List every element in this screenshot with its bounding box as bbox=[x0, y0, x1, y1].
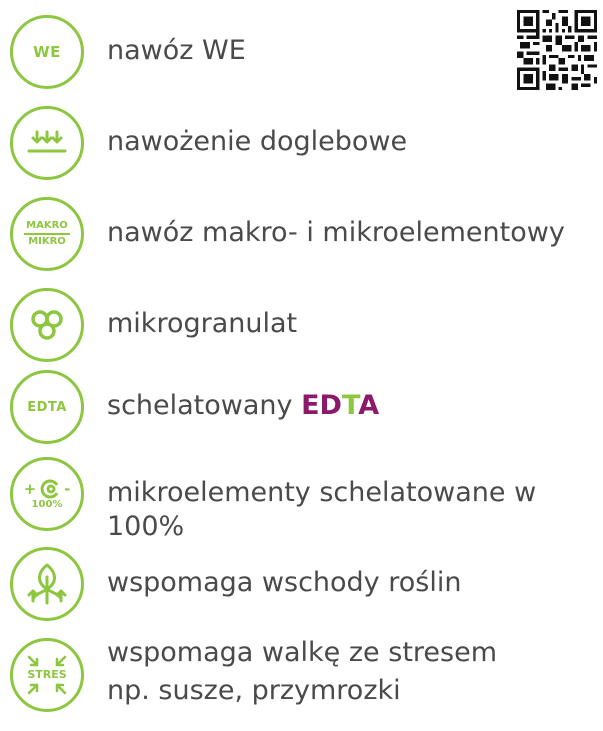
feature-row-stress: STRES wspomaga walkę ze stresem np. susz… bbox=[0, 628, 603, 718]
feature-row-chelated: + - 100% mikroelementy schelatowane w 10… bbox=[0, 454, 603, 544]
feature-label: schelatowany EDTA bbox=[107, 389, 379, 423]
edta-badge-text: EDTA bbox=[27, 399, 67, 415]
macro-text: MAKRO bbox=[26, 220, 68, 231]
stress-badge-icon: STRES bbox=[10, 638, 84, 712]
down-arrows-icon bbox=[10, 106, 84, 180]
feature-row-macro-micro: MAKRO MIKRO nawóz makro- i mikroelemento… bbox=[0, 194, 603, 284]
minus-sign: - bbox=[64, 480, 71, 498]
feature-label-second-line: np. susze, przymrozki bbox=[107, 675, 401, 706]
feature-label: wspomaga wschody roślin bbox=[107, 567, 462, 598]
feature-label: mikroelementy schelatowane w 100% bbox=[107, 477, 537, 542]
feature-row-microgranule: mikrogranulat bbox=[0, 285, 603, 375]
granule-icon bbox=[10, 288, 84, 362]
edta-letter-green: T bbox=[341, 390, 359, 421]
feature-label: wspomaga walkę ze stresem bbox=[107, 637, 497, 668]
feature-row-sprout: wspomaga wschody roślin bbox=[0, 544, 603, 634]
percent-text: 100% bbox=[31, 499, 63, 510]
micro-text: MIKRO bbox=[28, 236, 66, 247]
we-badge-icon: WE bbox=[10, 15, 84, 89]
macro-micro-badge-icon: MAKRO MIKRO bbox=[10, 197, 84, 271]
sprout-icon bbox=[10, 547, 84, 621]
edta-label-text: schelatowany bbox=[107, 390, 302, 421]
feature-label: nawożenie doglebowe bbox=[107, 126, 408, 157]
edta-badge-icon: EDTA bbox=[10, 370, 84, 444]
feature-row-we: WE nawóz WE bbox=[0, 12, 603, 102]
plus-sign: + bbox=[23, 480, 37, 498]
edta-letter-purple: A bbox=[358, 390, 380, 421]
feature-label: nawóz WE bbox=[107, 35, 246, 66]
feature-label: mikrogranulat bbox=[107, 308, 298, 339]
stress-text: STRES bbox=[27, 668, 67, 681]
feature-row-soil: nawożenie doglebowe bbox=[0, 103, 603, 193]
feature-row-edta: EDTA schelatowany EDTA bbox=[0, 367, 603, 457]
divider bbox=[24, 233, 70, 235]
we-badge-text: WE bbox=[33, 43, 61, 61]
edta-letters-purple: ED bbox=[301, 390, 342, 421]
chelate-icon: + - 100% bbox=[10, 457, 84, 531]
feature-label: nawóz makro- i mikroelementowy bbox=[107, 217, 565, 248]
